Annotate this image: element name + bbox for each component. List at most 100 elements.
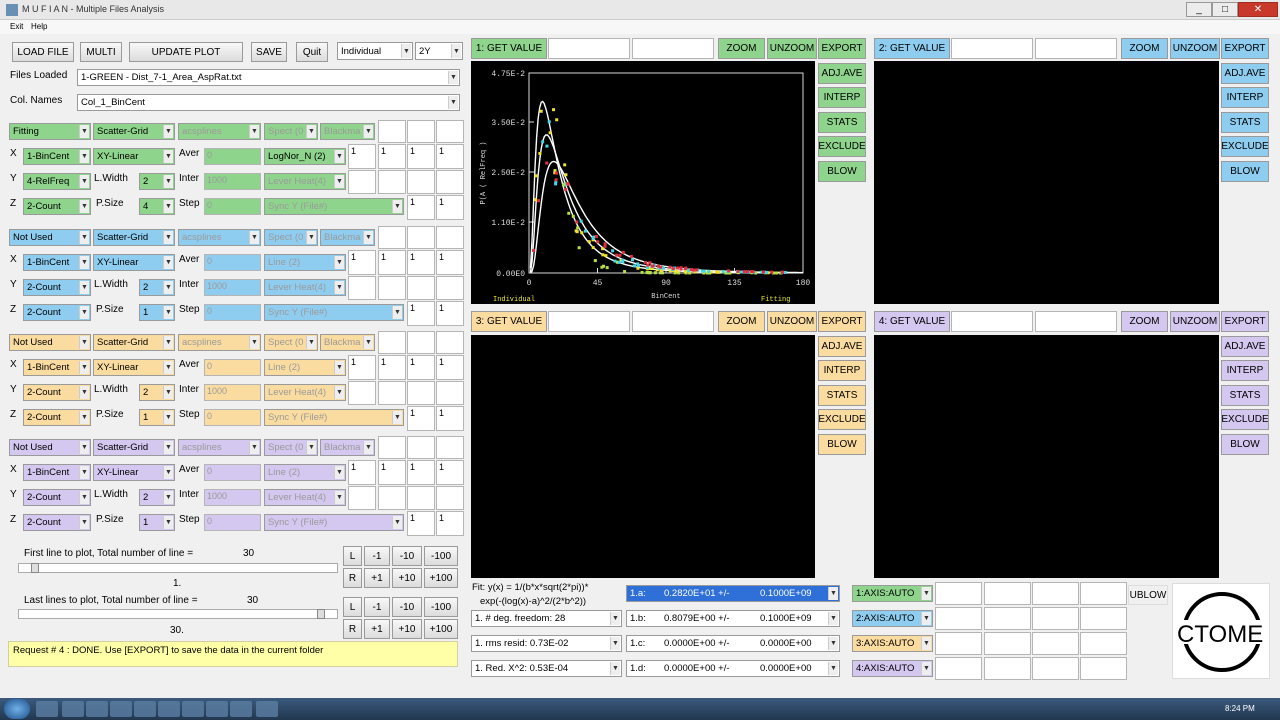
axis-cell[interactable] [935,657,982,680]
taskbar-app-icon[interactable] [206,701,228,717]
step-input-4[interactable]: 0 [204,514,261,531]
n-cell[interactable]: 1 [348,250,376,275]
window-select-1[interactable]: Blackma ▼ [320,123,375,140]
axis-cell[interactable] [1032,582,1079,605]
axes-select[interactable]: 2Y ▼ [415,42,463,60]
line-step-button[interactable]: +10 [392,619,422,639]
inter-input-2[interactable]: 1000 [204,279,261,296]
grid-cell[interactable] [436,486,464,510]
ublow-button[interactable]: UBLOW [1128,585,1168,605]
m-cell[interactable]: 1 [407,301,435,326]
m-cell[interactable]: 1 [407,195,435,220]
line-step-button[interactable]: +100 [424,619,458,639]
grid-cell[interactable] [378,170,406,194]
get-value-button-2[interactable]: 2: GET VALUE [874,38,950,59]
axis-cell[interactable] [984,582,1031,605]
point-size-select-2[interactable]: 1 ▼ [139,304,175,321]
update-plot-button[interactable]: UPDATE PLOT [129,42,243,62]
m-cell[interactable]: 1 [436,301,464,326]
get-value-button-3[interactable]: 3: GET VALUE [471,311,547,332]
line-step-button[interactable]: -100 [424,597,458,617]
exclude-button-2[interactable]: EXCLUDE [1221,136,1269,158]
value-field[interactable] [951,311,1033,332]
blow-button-2[interactable]: BLOW [1221,161,1269,182]
aver-input-2[interactable]: 0 [204,254,261,271]
x-column-select-1[interactable]: 1-BinCent ▼ [23,148,91,165]
grid-cell[interactable] [378,276,406,300]
menu-help[interactable]: Help [31,22,47,31]
grid-cell[interactable] [378,331,406,354]
axis-select-1[interactable]: 1:AXIS:AUTO ▼ [852,585,933,602]
grid-cell[interactable] [378,486,406,510]
plot-1-chart[interactable]: 4.75E-2 3.50E-2 2.50E-2 1.10E-2 0.00E00 45 90 1… [471,61,815,304]
value-field[interactable] [951,38,1033,59]
line-step-button[interactable]: +1 [364,619,390,639]
speed-select-4[interactable]: Spect (0 ▼ [264,439,318,456]
fit-param-row[interactable]: 1.c: 0.0000E+00 +/- 0.0000E+00 ▼ [626,635,840,652]
export-button-1[interactable]: EXPORT [818,38,866,59]
line-step-button[interactable]: +10 [392,568,422,588]
unzoom-button-4[interactable]: UNZOOM [1170,311,1220,332]
aver-input-1[interactable]: 0 [204,148,261,165]
point-size-select-4[interactable]: 1 ▼ [139,514,175,531]
files-loaded-select[interactable]: 1-GREEN - Dist_7-1_Area_AspRat.txt ▼ [77,69,460,86]
n-cell[interactable]: 1 [436,460,464,485]
n-cell[interactable]: 1 [348,460,376,485]
line-width-select-2[interactable]: 2 ▼ [139,279,175,296]
blow-button-3[interactable]: BLOW [818,434,866,455]
value-field[interactable] [632,38,714,59]
slider-thumb[interactable] [317,609,325,619]
exclude-button-3[interactable]: EXCLUDE [818,409,866,431]
grid-cell[interactable] [407,331,435,354]
col-names-select[interactable]: Col_1_BinCent ▼ [77,94,460,111]
axis-cell[interactable] [1080,582,1127,605]
quit-button[interactable]: Quit [296,42,328,62]
step-input-3[interactable]: 0 [204,409,261,426]
y-column-select-3[interactable]: 2-Count ▼ [23,384,91,401]
first-line-slider[interactable] [18,563,338,573]
save-button[interactable]: SAVE [251,42,287,62]
speed-select-1[interactable]: Spect (0 ▼ [264,123,318,140]
unzoom-button-3[interactable]: UNZOOM [767,311,817,332]
line-step-button[interactable]: -10 [392,597,422,617]
blow-button-1[interactable]: BLOW [818,161,866,182]
speed-select-3[interactable]: Spect (0 ▼ [264,334,318,351]
plot-3-canvas[interactable] [471,335,815,578]
mode-select-2[interactable]: Not Used ▼ [9,229,91,246]
speed-select-2[interactable]: Spect (0 ▼ [264,229,318,246]
blow-button-4[interactable]: BLOW [1221,434,1269,455]
adj-button-2[interactable]: ADJ.AVE [1221,62,1269,84]
axis-cell[interactable] [1080,657,1127,680]
stats-button-4[interactable]: STATS [1221,384,1269,406]
n-cell[interactable]: 1 [407,355,435,380]
clock[interactable]: 8:24 PM [1225,704,1255,713]
spline-select-3[interactable]: acsplines ▼ [178,334,261,351]
get-value-button-1[interactable]: 1: GET VALUE [471,38,547,59]
lever-select-2[interactable]: Lever Heat(4) ▼ [264,279,346,296]
axis-cell[interactable] [1080,632,1127,655]
axis-cell[interactable] [935,607,982,630]
grid-cell[interactable] [436,226,464,249]
grid-cell[interactable] [348,381,376,405]
n-cell[interactable]: 1 [436,355,464,380]
adj-button-1[interactable]: ADJ.AVE [818,62,866,84]
grid-cell[interactable] [378,120,406,143]
style-select-4[interactable]: Scatter-Grid ▼ [93,439,175,456]
stats-button-3[interactable]: STATS [818,384,866,406]
z-column-select-1[interactable]: 2-Count ▼ [23,198,91,215]
lever-select-1[interactable]: Lever Heat(4) ▼ [264,173,346,190]
interp-button-2[interactable]: INTERP [1221,87,1269,109]
mode-select-4[interactable]: Not Used ▼ [9,439,91,456]
line-width-select-3[interactable]: 2 ▼ [139,384,175,401]
value-field[interactable] [548,311,630,332]
line-step-button[interactable]: L [343,597,362,617]
window-select-3[interactable]: Blackma ▼ [320,334,375,351]
maximize-button[interactable]: □ [1212,2,1238,17]
start-button[interactable] [4,699,30,719]
taskbar-app-icon[interactable] [110,701,132,717]
n-cell[interactable]: 1 [378,144,406,169]
window-select-2[interactable]: Blackma ▼ [320,229,375,246]
n-cell[interactable]: 1 [407,460,435,485]
taskbar-app-icon[interactable] [62,701,84,717]
grid-cell[interactable] [407,120,435,143]
